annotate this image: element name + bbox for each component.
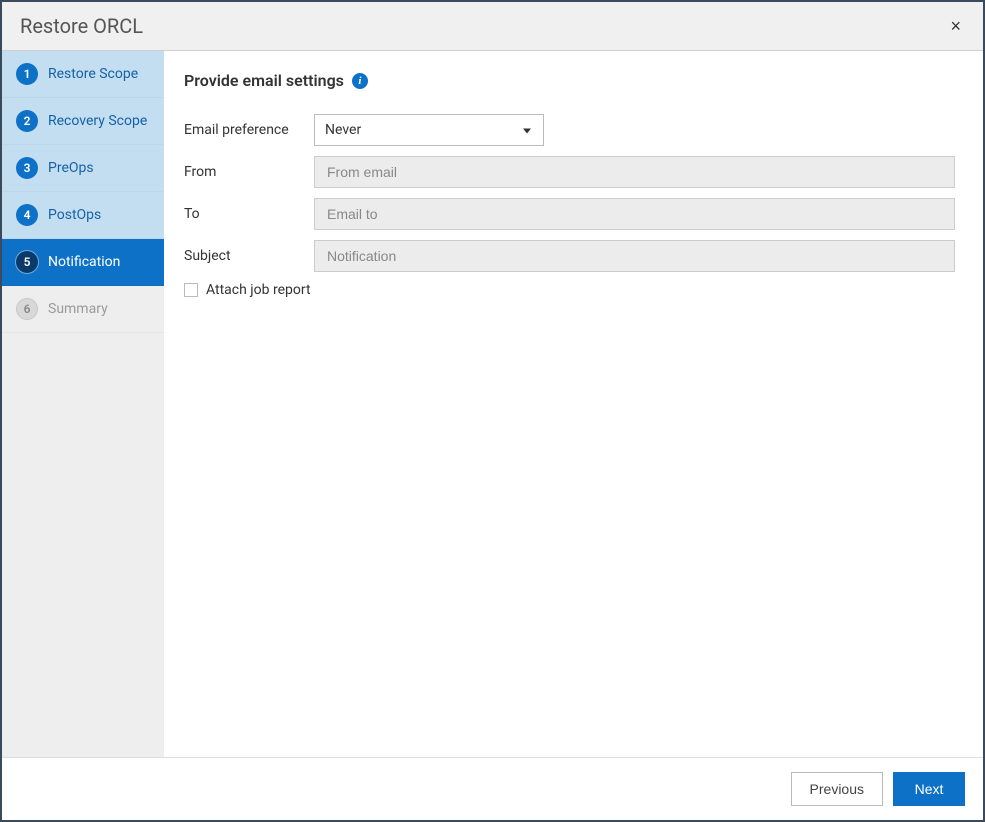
previous-button[interactable]: Previous: [791, 772, 883, 806]
row-email-preference: Email preference Never: [184, 114, 955, 146]
label-attach-report: Attach job report: [206, 282, 311, 298]
wizard-sidebar: 1 Restore Scope 2 Recovery Scope 3 PreOp…: [2, 51, 164, 757]
step-recovery-scope[interactable]: 2 Recovery Scope: [2, 98, 164, 145]
checkbox-attach-report[interactable]: [184, 283, 198, 297]
step-summary[interactable]: 6 Summary: [2, 286, 164, 333]
step-number: 5: [16, 251, 38, 273]
input-from-email[interactable]: [314, 156, 955, 188]
dialog-body: 1 Restore Scope 2 Recovery Scope 3 PreOp…: [2, 51, 983, 757]
info-icon[interactable]: i: [352, 73, 368, 89]
label-from: From: [184, 164, 314, 180]
label-email-preference: Email preference: [184, 122, 314, 138]
select-email-preference[interactable]: Never: [314, 114, 544, 146]
step-label: Restore Scope: [48, 66, 138, 82]
row-attach-report: Attach job report: [184, 282, 955, 298]
label-subject: Subject: [184, 248, 314, 264]
step-label: Notification: [48, 254, 120, 270]
section-title-text: Provide email settings: [184, 71, 344, 90]
restore-dialog: Restore ORCL × 1 Restore Scope 2 Recover…: [0, 0, 985, 822]
row-subject: Subject: [184, 240, 955, 272]
step-number: 1: [16, 63, 38, 85]
step-preops[interactable]: 3 PreOps: [2, 145, 164, 192]
input-to-email[interactable]: [314, 198, 955, 230]
step-number: 4: [16, 204, 38, 226]
row-to: To: [184, 198, 955, 230]
dialog-header: Restore ORCL ×: [2, 2, 983, 51]
close-button[interactable]: ×: [946, 16, 965, 37]
select-value: Never: [325, 122, 361, 138]
step-label: PreOps: [48, 160, 94, 176]
dialog-title: Restore ORCL: [20, 14, 143, 38]
step-label: PostOps: [48, 207, 101, 223]
close-icon: ×: [950, 16, 961, 36]
step-number: 6: [16, 298, 38, 320]
label-to: To: [184, 206, 314, 222]
row-from: From: [184, 156, 955, 188]
input-subject[interactable]: [314, 240, 955, 272]
next-button[interactable]: Next: [893, 772, 965, 806]
step-notification[interactable]: 5 Notification: [2, 239, 164, 286]
main-panel: Provide email settings i Email preferenc…: [164, 51, 983, 757]
step-restore-scope[interactable]: 1 Restore Scope: [2, 51, 164, 98]
step-label: Summary: [48, 301, 108, 317]
step-number: 2: [16, 110, 38, 132]
step-label: Recovery Scope: [48, 113, 147, 129]
dialog-footer: Previous Next: [2, 757, 983, 820]
section-title: Provide email settings i: [184, 71, 955, 90]
step-number: 3: [16, 157, 38, 179]
step-postops[interactable]: 4 PostOps: [2, 192, 164, 239]
